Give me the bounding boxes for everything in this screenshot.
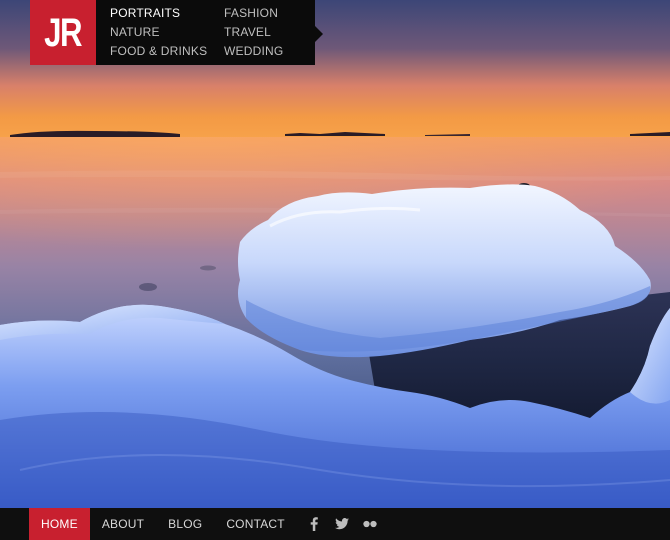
category-fashion[interactable]: FASHION xyxy=(224,4,314,23)
social-links xyxy=(307,508,377,540)
facebook-icon[interactable] xyxy=(307,517,321,531)
hero-photo xyxy=(0,0,670,508)
category-portraits[interactable]: PORTRAITS xyxy=(110,4,224,23)
category-nature[interactable]: NATURE xyxy=(110,23,224,42)
nav-about[interactable]: ABOUT xyxy=(90,508,156,540)
category-wedding[interactable]: WEDDING xyxy=(224,42,314,61)
logo[interactable]: JR xyxy=(30,0,96,65)
footer-nav-bar: HOME ABOUT BLOG CONTACT xyxy=(0,508,670,540)
logo-text: JR xyxy=(44,10,83,55)
header: JR PORTRAITS FASHION NATURE TRAVEL FOOD … xyxy=(30,0,323,65)
nav-home[interactable]: HOME xyxy=(29,508,90,540)
flickr-icon[interactable] xyxy=(363,517,377,531)
category-food-drinks[interactable]: FOOD & DRINKS xyxy=(110,42,224,61)
nav-contact[interactable]: CONTACT xyxy=(214,508,297,540)
main-nav: HOME ABOUT BLOG CONTACT xyxy=(29,508,297,540)
page: JR PORTRAITS FASHION NATURE TRAVEL FOOD … xyxy=(0,0,670,540)
twitter-icon[interactable] xyxy=(334,517,349,531)
category-menu: PORTRAITS FASHION NATURE TRAVEL FOOD & D… xyxy=(96,0,323,65)
category-travel[interactable]: TRAVEL xyxy=(224,23,314,42)
nav-blog[interactable]: BLOG xyxy=(156,508,214,540)
